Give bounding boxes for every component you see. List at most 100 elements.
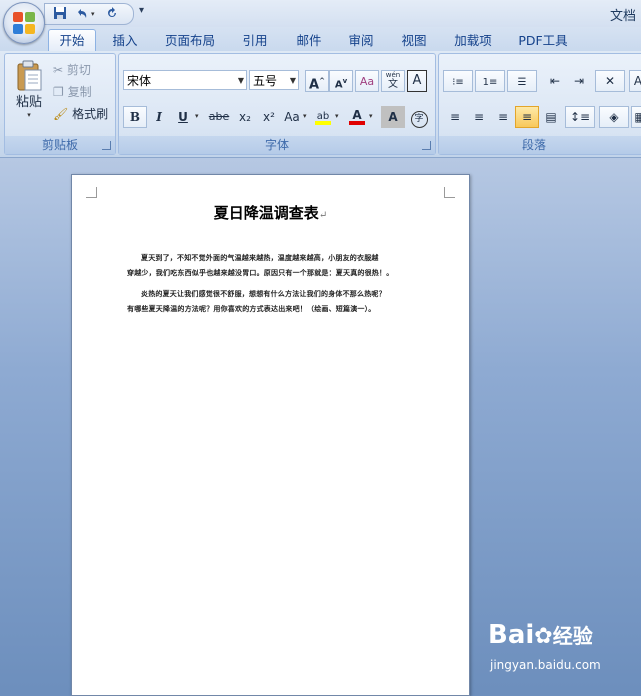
clear-formatting-button[interactable]: Aa bbox=[355, 70, 379, 92]
phonetic-guide-button[interactable]: wén 文 bbox=[381, 70, 405, 92]
brush-icon: 🖌 bbox=[53, 107, 69, 121]
paragraph-1: 夏天到了，不知不觉外面的气温越来越热，温度越来越高，小朋友的衣服越 穿越少，我们… bbox=[127, 251, 427, 281]
cut-button[interactable]: ✂ 剪切 bbox=[53, 60, 91, 80]
paw-icon: ✿ bbox=[534, 624, 553, 649]
tab-review[interactable]: 审阅 bbox=[340, 30, 382, 51]
align-center-icon: ≡ bbox=[473, 110, 485, 124]
tab-references[interactable]: 引用 bbox=[234, 30, 276, 51]
underline-button[interactable]: U bbox=[171, 106, 195, 128]
enclose-characters-button[interactable]: 字 bbox=[407, 106, 431, 128]
office-logo-icon bbox=[13, 12, 35, 34]
increase-indent-button[interactable]: ⇥ bbox=[567, 70, 591, 92]
strikethrough-icon: abe bbox=[208, 110, 230, 123]
font-color-button[interactable]: A bbox=[345, 104, 369, 128]
customize-qat-icon[interactable]: ▾ bbox=[139, 5, 144, 16]
save-icon[interactable] bbox=[53, 6, 67, 22]
align-left-button[interactable]: ≡ bbox=[443, 106, 467, 128]
bullet-list-icon: ⁝≡ bbox=[452, 77, 464, 88]
copy-button[interactable]: ❐ 复制 bbox=[53, 82, 92, 102]
italic-button[interactable]: I bbox=[147, 106, 171, 128]
align-right-button[interactable]: ≡ bbox=[491, 106, 515, 128]
underline-icon: U bbox=[178, 110, 188, 124]
character-border-button[interactable]: A bbox=[407, 70, 427, 92]
clipboard-dialog-launcher-icon[interactable] bbox=[102, 141, 111, 150]
distributed-button[interactable]: ▤ bbox=[539, 106, 563, 128]
font-name-combo[interactable]: 宋体 ▼ bbox=[123, 70, 247, 90]
asian-layout-button[interactable]: ✕ bbox=[595, 70, 625, 92]
strikethrough-button[interactable]: abe bbox=[205, 106, 233, 128]
font-group-title: 字体 bbox=[264, 138, 289, 152]
font-size-combo[interactable]: 五号 ▼ bbox=[249, 70, 299, 90]
character-border-icon: A bbox=[412, 73, 422, 88]
document-title: 夏日降温调查表↵ bbox=[72, 202, 469, 223]
multilevel-list-icon: ☰ bbox=[517, 77, 527, 88]
chevron-down-icon[interactable]: ▼ bbox=[238, 71, 244, 91]
character-shading-button[interactable]: A bbox=[381, 106, 405, 128]
paste-icon bbox=[17, 60, 42, 91]
quick-access-toolbar: ▾ bbox=[44, 3, 134, 25]
justify-button[interactable]: ≡ bbox=[515, 106, 539, 128]
increase-indent-icon: ⇥ bbox=[573, 74, 585, 88]
numbering-button[interactable]: 1≡ bbox=[475, 70, 505, 92]
document-title-text: 夏日降温调查表 bbox=[213, 204, 319, 222]
tab-home[interactable]: 开始 bbox=[48, 29, 96, 52]
tab-addins[interactable]: 加载项 bbox=[446, 30, 500, 51]
borders-button[interactable]: ▦ bbox=[631, 106, 641, 128]
tab-pdf-tools[interactable]: PDF工具 bbox=[512, 30, 574, 51]
shading-button[interactable]: ◈ bbox=[599, 106, 629, 128]
superscript-icon: x² bbox=[263, 110, 275, 124]
multilevel-list-button[interactable]: ☰ bbox=[507, 70, 537, 92]
tab-page-layout[interactable]: 页面布局 bbox=[158, 30, 222, 51]
font-color-dropdown-icon[interactable]: ▾ bbox=[369, 112, 373, 120]
sort-button[interactable]: A bbox=[629, 70, 641, 92]
redo-icon[interactable] bbox=[105, 6, 119, 22]
margin-corner-top-right bbox=[444, 187, 455, 198]
highlight-dropdown-icon[interactable]: ▾ bbox=[335, 112, 339, 120]
clipboard-group-label: 剪贴板 bbox=[5, 136, 115, 154]
grow-font-icon: A bbox=[309, 77, 320, 93]
chevron-down-icon[interactable]: ▼ bbox=[290, 71, 296, 91]
change-case-button[interactable]: Aa bbox=[279, 106, 305, 128]
numbered-list-icon: 1≡ bbox=[482, 77, 498, 88]
tab-insert[interactable]: 插入 bbox=[104, 30, 146, 51]
tab-mailings[interactable]: 邮件 bbox=[288, 30, 330, 51]
asian-layout-icon: ✕ bbox=[604, 74, 616, 88]
undo-icon[interactable] bbox=[75, 6, 89, 22]
paragraph-group-label: 段落 bbox=[439, 136, 641, 154]
bullets-button[interactable]: ⁝≡ bbox=[443, 70, 473, 92]
paragraph-2-line-2: 有哪些夏天降温的方法呢？用你喜欢的方式表达出来吧！（绘画、短篇演一）。 bbox=[127, 305, 376, 313]
undo-dropdown-icon[interactable]: ▾ bbox=[91, 6, 95, 22]
font-group: 宋体 ▼ 五号 ▼ A^ Av Aa wén 文 A B I U ▾ abe x… bbox=[118, 53, 436, 155]
paragraph-1-line-2: 穿越少，我们吃东西似乎也越来越没胃口。原因只有一个那就是：夏天真的很热！。 bbox=[127, 269, 394, 277]
superscript-button[interactable]: x² bbox=[257, 106, 281, 128]
text-highlight-button[interactable]: ab bbox=[311, 104, 335, 128]
paragraph-1-line-1: 夏天到了，不知不觉外面的气温越来越热，温度越来越高，小朋友的衣服越 bbox=[141, 254, 379, 262]
underline-dropdown-icon[interactable]: ▾ bbox=[195, 112, 199, 120]
line-spacing-button[interactable]: ↕≡ bbox=[565, 106, 595, 128]
font-dialog-launcher-icon[interactable] bbox=[422, 141, 431, 150]
bold-button[interactable]: B bbox=[123, 106, 147, 128]
paragraph-2: 炎热的夏天让我们感觉很不舒服，想想有什么方法让我们的身体不那么热呢？ 有哪些夏天… bbox=[127, 287, 427, 317]
font-size-value: 五号 bbox=[253, 74, 278, 88]
highlight-color-bar bbox=[315, 121, 331, 125]
scissors-icon: ✂ bbox=[53, 63, 64, 77]
baidu-watermark: Bai✿经验 jingyan.baidu.com bbox=[488, 620, 601, 672]
align-center-button[interactable]: ≡ bbox=[467, 106, 491, 128]
tab-view[interactable]: 视图 bbox=[393, 30, 435, 51]
copy-label: 复制 bbox=[67, 85, 92, 99]
paint-bucket-icon: ◈ bbox=[609, 110, 619, 124]
document-canvas[interactable]: 夏日降温调查表↵ 夏天到了，不知不觉外面的气温越来越热，温度越来越高，小朋友的衣… bbox=[0, 158, 641, 696]
subscript-button[interactable]: x₂ bbox=[233, 106, 257, 128]
decrease-indent-button[interactable]: ⇤ bbox=[543, 70, 567, 92]
shrink-font-button[interactable]: Av bbox=[329, 70, 353, 92]
document-page[interactable]: 夏日降温调查表↵ 夏天到了，不知不觉外面的气温越来越热，温度越来越高，小朋友的衣… bbox=[71, 174, 470, 696]
format-painter-button[interactable]: 🖌 格式刷 bbox=[53, 104, 108, 124]
watermark-url: jingyan.baidu.com bbox=[490, 658, 601, 672]
paste-dropdown-icon[interactable]: ▾ bbox=[10, 111, 48, 119]
office-button[interactable] bbox=[3, 2, 45, 44]
line-spacing-icon: ↕≡ bbox=[569, 110, 591, 124]
grow-font-button[interactable]: A^ bbox=[305, 70, 329, 92]
format-painter-label: 格式刷 bbox=[72, 107, 109, 121]
change-case-dropdown-icon[interactable]: ▾ bbox=[303, 112, 307, 120]
paste-button[interactable]: 粘贴 ▾ bbox=[10, 60, 48, 130]
